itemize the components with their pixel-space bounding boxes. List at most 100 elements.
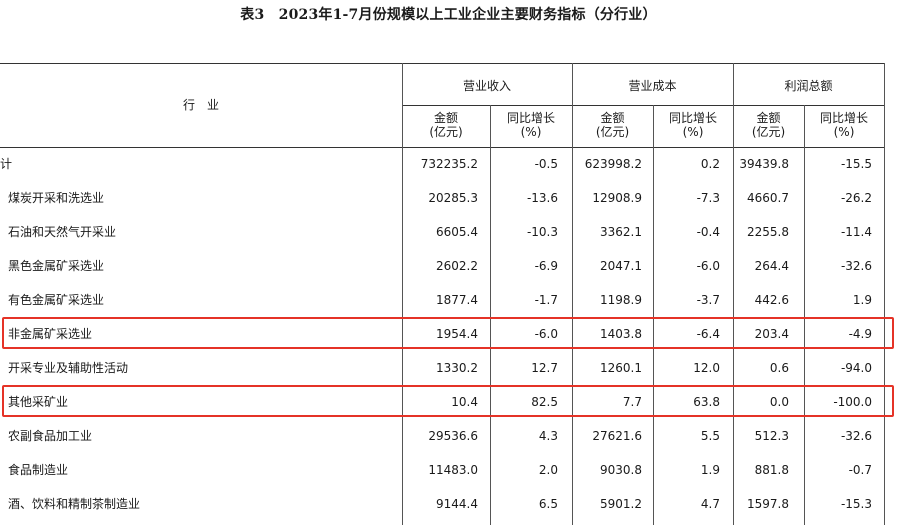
value-cell: 9030.8 — [600, 463, 642, 477]
value-cell: 7.7 — [622, 395, 642, 409]
value-cell: -0.7 — [848, 463, 872, 477]
value-cell: 2.0 — [538, 463, 558, 477]
value-cell: 1877.4 — [436, 293, 478, 307]
value-cell: 63.8 — [693, 395, 720, 409]
value-cell: -100.0 — [833, 395, 872, 409]
value-cell: 12.7 — [531, 361, 558, 375]
value-cell: 12908.9 — [592, 191, 642, 205]
value-cell: 6.5 — [538, 497, 558, 511]
value-cell: -15.3 — [840, 497, 872, 511]
value-cell: -1.7 — [534, 293, 558, 307]
value-cell: 2255.8 — [747, 225, 789, 239]
value-cell: 20285.3 — [428, 191, 478, 205]
value-cell: 512.3 — [754, 429, 789, 443]
value-cell: 12.0 — [693, 361, 720, 375]
value-cell: -6.9 — [534, 259, 558, 273]
amount-unit: (亿元) — [595, 125, 630, 139]
growth-header: 同比增长 (%) — [653, 111, 733, 139]
amount-header: 金额 (亿元) — [402, 111, 490, 139]
growth-label: 同比增长 — [668, 111, 717, 125]
value-cell: 5901.2 — [600, 497, 642, 511]
industry-name: 酒、饮料和精制茶制造业 — [8, 497, 141, 511]
value-cell: 1403.8 — [600, 327, 642, 341]
table-top-rule — [0, 63, 885, 64]
table-title: 表3 2023年1-7月份规模以上工业企业主要财务指标（分行业） — [240, 7, 657, 23]
value-cell: 1198.9 — [600, 293, 642, 307]
amount-label: 金额 — [433, 111, 458, 125]
growth-unit: (%) — [520, 125, 542, 139]
value-cell: 1260.1 — [600, 361, 642, 375]
value-cell: 29536.6 — [428, 429, 478, 443]
value-cell: -6.0 — [696, 259, 720, 273]
growth-unit: (%) — [833, 125, 855, 139]
amount-header: 金额 (亿元) — [733, 111, 804, 139]
value-cell: -32.6 — [840, 259, 872, 273]
industry-header: 行 业 — [182, 98, 219, 112]
value-cell: -32.6 — [840, 429, 872, 443]
value-cell: 6605.4 — [436, 225, 478, 239]
value-cell: 1.9 — [700, 463, 720, 477]
value-cell: 1330.2 — [436, 361, 478, 375]
value-cell: -6.4 — [696, 327, 720, 341]
col-divider — [884, 63, 885, 525]
value-cell: 1954.4 — [436, 327, 478, 341]
industry-name: 非金属矿采选业 — [8, 327, 93, 341]
value-cell: -13.6 — [526, 191, 558, 205]
value-cell: 4.7 — [700, 497, 720, 511]
value-cell: 4.3 — [538, 429, 558, 443]
value-cell: 442.6 — [754, 293, 789, 307]
industry-name: 农副食品加工业 — [8, 429, 93, 443]
value-cell: 203.4 — [754, 327, 789, 341]
industry-name: 开采专业及辅助性活动 — [8, 361, 129, 375]
amount-label: 金额 — [756, 111, 781, 125]
value-cell: 732235.2 — [420, 157, 478, 171]
value-cell: -4.9 — [848, 327, 872, 341]
value-cell: -10.3 — [526, 225, 558, 239]
value-cell: 82.5 — [531, 395, 558, 409]
amount-unit: (亿元) — [751, 125, 786, 139]
value-cell: 0.0 — [769, 395, 789, 409]
value-cell: 27621.6 — [592, 429, 642, 443]
value-cell: 10.4 — [451, 395, 478, 409]
value-cell: 623998.2 — [584, 157, 642, 171]
value-cell: -6.0 — [534, 327, 558, 341]
growth-header: 同比增长 (%) — [490, 111, 572, 139]
value-cell: 1597.8 — [747, 497, 789, 511]
cost-header: 营业成本 — [628, 79, 677, 93]
value-cell: 2047.1 — [600, 259, 642, 273]
value-cell: 9144.4 — [436, 497, 478, 511]
value-cell: 2602.2 — [436, 259, 478, 273]
industry-name: 煤炭开采和洗选业 — [8, 191, 105, 205]
value-cell: 881.8 — [754, 463, 789, 477]
value-cell: 4660.7 — [747, 191, 789, 205]
value-cell: 0.2 — [700, 157, 720, 171]
header-bottom-rule — [0, 147, 885, 148]
profit-header: 利润总额 — [784, 79, 833, 93]
value-cell: -15.5 — [840, 157, 872, 171]
value-cell: 5.5 — [700, 429, 720, 443]
amount-header: 金额 (亿元) — [572, 111, 653, 139]
industry-name: 石油和天然气开采业 — [8, 225, 117, 239]
industry-name: 黑色金属矿采选业 — [8, 259, 105, 273]
value-cell: -11.4 — [840, 225, 872, 239]
value-cell: 39439.8 — [739, 157, 789, 171]
value-cell: -94.0 — [840, 361, 872, 375]
industry-name: 总计 — [0, 157, 13, 171]
group-header-rule — [402, 105, 885, 106]
value-cell: -7.3 — [696, 191, 720, 205]
growth-label: 同比增长 — [506, 111, 555, 125]
growth-label: 同比增长 — [819, 111, 868, 125]
amount-unit: (亿元) — [429, 125, 463, 139]
value-cell: 264.4 — [754, 259, 789, 273]
value-cell: -0.5 — [534, 157, 558, 171]
growth-unit: (%) — [682, 125, 704, 139]
value-cell: 0.6 — [769, 361, 789, 375]
industry-name: 食品制造业 — [8, 463, 69, 477]
value-cell: 1.9 — [852, 293, 872, 307]
value-cell: -3.7 — [696, 293, 720, 307]
value-cell: 3362.1 — [600, 225, 642, 239]
value-cell: -0.4 — [696, 225, 720, 239]
value-cell: 11483.0 — [428, 463, 478, 477]
growth-header: 同比增长 (%) — [804, 111, 884, 139]
revenue-header: 营业收入 — [462, 79, 511, 93]
